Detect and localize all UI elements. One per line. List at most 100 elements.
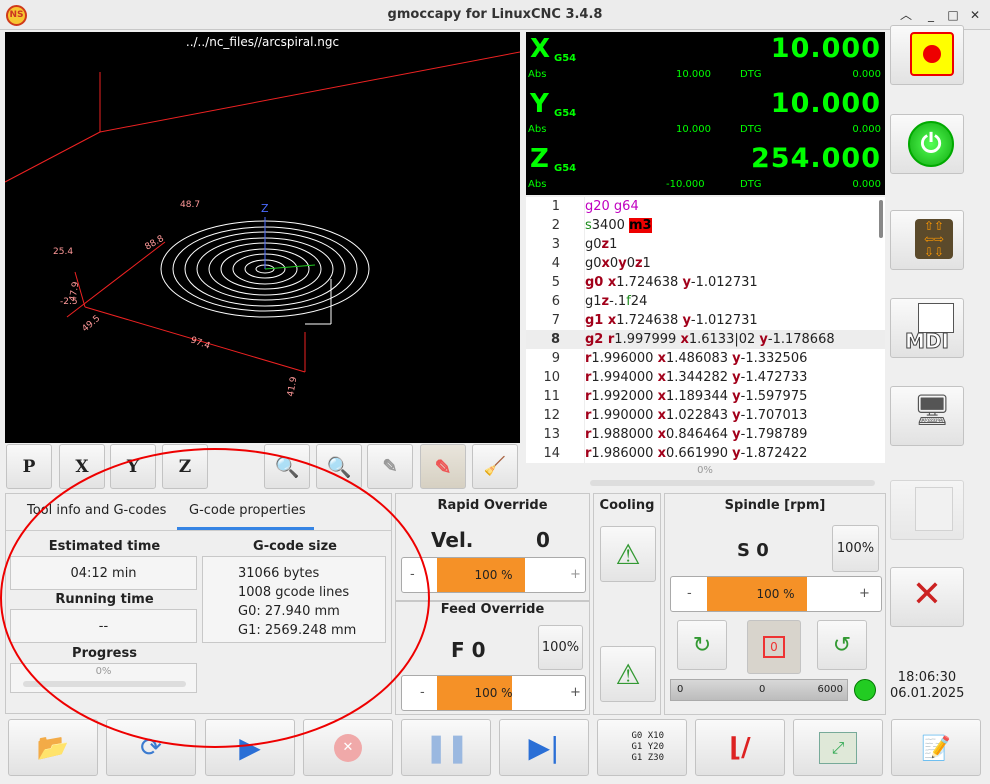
show-dimensions-button[interactable]: ✎ bbox=[367, 444, 413, 489]
gcode-line: 14 r1.986000 x0.661990 y-1.872422 bbox=[526, 444, 885, 463]
toolpath-preview[interactable]: ../../nc_files//arcspiral.ngc Z 25.4 47.… bbox=[5, 32, 520, 443]
view-y-button[interactable]: Y bbox=[110, 444, 156, 489]
power-button[interactable]: ⏻ bbox=[890, 114, 964, 174]
manual-mode-button[interactable]: ⇧⇧ ⇦⇨ ⇩⇩ bbox=[890, 210, 964, 270]
spindle-cw-icon: ↻ bbox=[692, 632, 712, 658]
power-icon: ⏻ bbox=[908, 121, 954, 167]
open-file-button[interactable]: 📂 bbox=[8, 719, 98, 776]
pause-icon: ❚❚ bbox=[424, 731, 470, 764]
gcode-line-current: 8 g2 r1.997999 x1.6133|02 y-1.178668 bbox=[526, 330, 885, 349]
stop-button[interactable]: ✕ bbox=[303, 719, 393, 776]
clock: 18:06:30 06.01.2025 bbox=[890, 670, 964, 701]
mdi-button[interactable]: MDI bbox=[890, 298, 964, 358]
auto-mode-button[interactable]: 🖥 bbox=[890, 386, 964, 446]
line-number: 6 bbox=[551, 294, 560, 309]
view-z-button[interactable]: Z bbox=[162, 444, 208, 489]
toolpath-canvas: Z 25.4 47.9 -2.5 49.5 97.4 41.9 48.7 88.… bbox=[5, 51, 520, 398]
bar-max: 6000 bbox=[817, 684, 843, 695]
spindle-title: Spindle [rpm] bbox=[724, 498, 826, 513]
clear-plot-button[interactable]: 🧹 bbox=[472, 444, 518, 489]
axis-name: Y bbox=[530, 89, 549, 119]
maximize-icon[interactable]: □ bbox=[944, 6, 962, 24]
spindle-stop-button[interactable]: 0 bbox=[747, 620, 801, 674]
clock-date: 06.01.2025 bbox=[890, 686, 965, 701]
spindle-minus[interactable]: - bbox=[687, 586, 692, 601]
setup-button[interactable]: ✕ bbox=[890, 567, 964, 627]
feed-percent: 100 % bbox=[474, 686, 513, 700]
gcode-label-1: G1 Y20 bbox=[631, 742, 664, 752]
flood-button[interactable]: ⚠ bbox=[600, 526, 656, 582]
spindle-reset-button[interactable]: 100% bbox=[832, 525, 879, 572]
minimize-icon[interactable]: _ bbox=[922, 6, 940, 24]
feed-plus[interactable]: + bbox=[570, 685, 581, 700]
mist-button[interactable]: ⚠ bbox=[600, 646, 656, 702]
view-x-button[interactable]: X bbox=[59, 444, 105, 489]
chevron-up-icon[interactable]: ︿ bbox=[897, 6, 915, 24]
rapid-override-slider[interactable]: - 100 % + bbox=[401, 557, 586, 593]
gcode-progress-bar bbox=[590, 480, 875, 486]
spindle-override-slider[interactable]: - 100 % + bbox=[670, 576, 882, 612]
feed-override-title: Feed Override bbox=[440, 602, 545, 617]
reload-icon: ⟳ bbox=[140, 732, 162, 763]
tab-gcode-properties[interactable]: G-code properties bbox=[189, 503, 306, 518]
dimension-labels: 25.4 47.9 -2.5 49.5 97.4 41.9 48.7 88.8 bbox=[53, 200, 299, 398]
zoom-in-button[interactable]: 🔍 bbox=[264, 444, 310, 489]
cooling-panel: Cooling ⚠ ⚠ bbox=[593, 493, 661, 715]
run-button[interactable]: ▶ bbox=[205, 719, 295, 776]
tools-icon: ✕ bbox=[911, 574, 943, 615]
coord-system: G54 bbox=[554, 53, 577, 64]
stop-icon: ✕ bbox=[334, 733, 362, 762]
gcode-line: 3 g0z1 bbox=[526, 235, 885, 254]
feed-override-panel: Feed Override F 0 100% - 100 % + bbox=[395, 601, 590, 715]
gcode-line: 12 r1.990000 x1.022843 y-1.707013 bbox=[526, 406, 885, 425]
line-number: 2 bbox=[551, 218, 560, 233]
estimated-time-label: Estimated time bbox=[48, 539, 161, 554]
fullscreen-button[interactable]: ⤢ bbox=[793, 719, 883, 776]
edit-button[interactable]: ✎ bbox=[420, 444, 466, 489]
dtg-label: DTG bbox=[740, 179, 762, 190]
dro-x-axis[interactable]: X G54 10.000 Abs 10.000 DTG 0.000 bbox=[526, 32, 885, 86]
vel-value: 0 bbox=[536, 528, 550, 552]
spindle-panel: Spindle [rpm] S 0 100% - 100 % + ↻ 0 ↺ 0… bbox=[664, 493, 886, 715]
gcode-view[interactable]: 1 g20 g64 2 s3400 m3 3 g0z1 4 g0x0y0z1 5 g0 x… bbox=[526, 197, 885, 463]
dro-z-axis[interactable]: Z G54 254.000 Abs -10.000 DTG 0.000 bbox=[526, 142, 885, 196]
close-icon[interactable]: ✕ bbox=[966, 6, 984, 24]
zoom-out-button[interactable]: 🔍 bbox=[316, 444, 362, 489]
dtg-value: 0.000 bbox=[852, 124, 881, 135]
tool-icon: ✎ bbox=[382, 456, 398, 477]
line-number: 13 bbox=[543, 427, 560, 442]
tab-tool-info[interactable]: Tool info and G-codes bbox=[27, 503, 166, 518]
view-p-label: P bbox=[22, 456, 36, 477]
title-bar: NS gmoccapy for LinuxCNC 3.4.8 ︿ _ □ ✕ bbox=[0, 0, 990, 30]
estop-button[interactable] bbox=[890, 25, 964, 85]
feed-minus[interactable]: - bbox=[420, 685, 425, 700]
rapid-minus[interactable]: - bbox=[410, 567, 415, 582]
gcode-scrollbar[interactable] bbox=[879, 200, 883, 238]
rapid-plus[interactable]: + bbox=[570, 567, 581, 582]
feed-reset-label: 100% bbox=[541, 640, 580, 655]
abs-value: -10.000 bbox=[666, 179, 705, 190]
pause-button[interactable]: ❚❚ bbox=[401, 719, 491, 776]
feed-reset-button[interactable]: 100% bbox=[538, 625, 583, 670]
edit-file-button[interactable]: 📝 bbox=[891, 719, 981, 776]
gcode-line: 11 r1.992000 x1.189344 y-1.597975 bbox=[526, 387, 885, 406]
optional-stop-button[interactable]: ⌊/ bbox=[695, 719, 785, 776]
line-number: 12 bbox=[543, 408, 560, 423]
spindle-percent: 100 % bbox=[756, 587, 795, 601]
reload-button[interactable]: ⟳ bbox=[106, 719, 196, 776]
dtg-value: 0.000 bbox=[852, 179, 881, 190]
spindle-plus[interactable]: + bbox=[859, 586, 870, 601]
run-from-line-button[interactable]: G0 X10 G1 Y20 G1 Z30 bbox=[597, 719, 687, 776]
dro-y-axis[interactable]: Y G54 10.000 Abs 10.000 DTG 0.000 bbox=[526, 87, 885, 141]
vel-label: Vel. bbox=[431, 528, 474, 552]
estop-icon bbox=[910, 32, 954, 76]
rapid-override-panel: Rapid Override Vel. 0 - 100 % + bbox=[395, 493, 590, 601]
gcode-label-2: G1 Z30 bbox=[631, 753, 664, 763]
spindle-reverse-button[interactable]: ↺ bbox=[817, 620, 867, 670]
step-button[interactable]: ▶| bbox=[499, 719, 589, 776]
abs-value: 10.000 bbox=[676, 69, 711, 80]
feed-override-slider[interactable]: - 100 % + bbox=[401, 675, 586, 711]
view-perspective-button[interactable]: P bbox=[6, 444, 52, 489]
step-icon: ▶| bbox=[528, 731, 560, 764]
spindle-forward-button[interactable]: ↻ bbox=[677, 620, 727, 670]
